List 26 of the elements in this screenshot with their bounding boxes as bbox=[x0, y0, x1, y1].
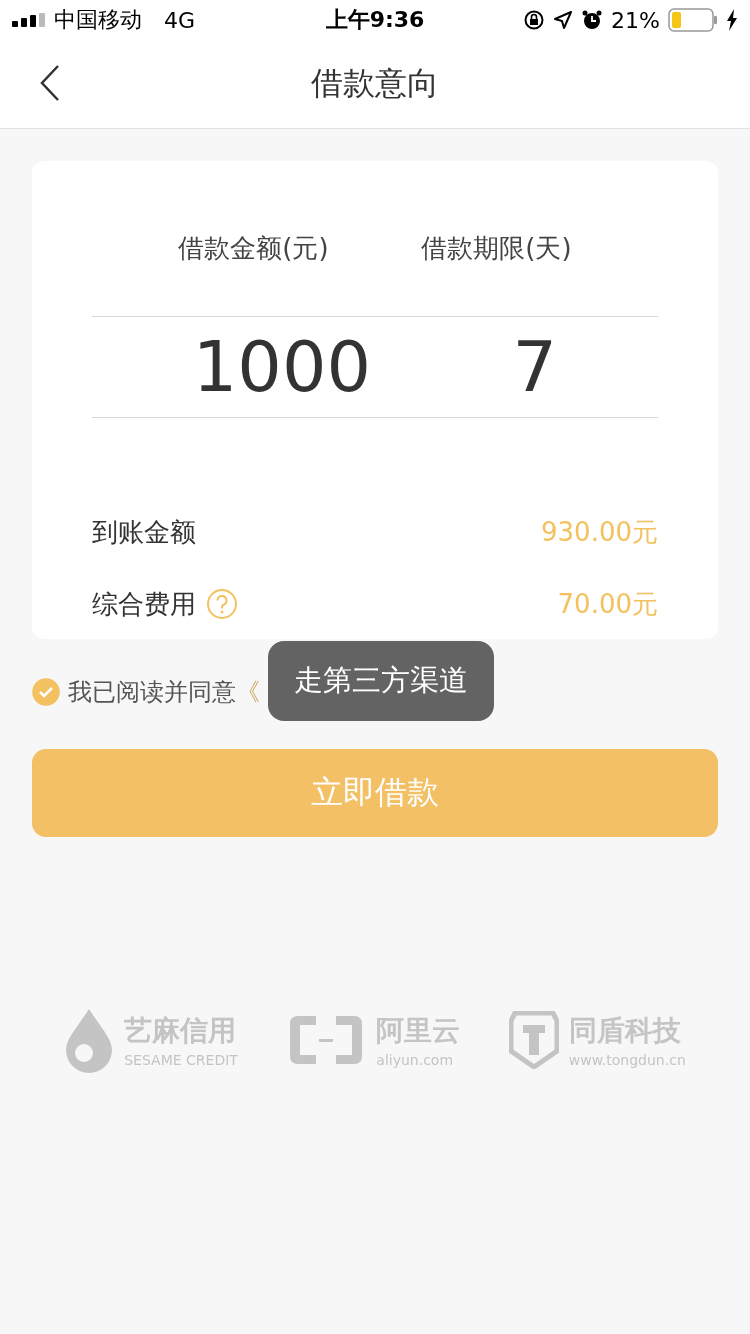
summary-value: 930.00元 bbox=[541, 515, 658, 549]
shield-logo-icon bbox=[508, 1011, 559, 1069]
signal-icon bbox=[12, 13, 46, 27]
battery-icon bbox=[668, 8, 718, 32]
summary-label: 综合费用 bbox=[92, 587, 196, 621]
battery-percent: 21% bbox=[611, 7, 660, 33]
picker-label: 借款金额(元) bbox=[178, 232, 329, 265]
picker-value[interactable]: 7 bbox=[512, 326, 558, 408]
picker-label: 借款期限(天) bbox=[421, 232, 572, 265]
summary-value: 70.00元 bbox=[557, 587, 658, 621]
carrier: 中国移动 bbox=[54, 6, 142, 34]
clock: 上午9:36 bbox=[324, 6, 426, 34]
agreement-checkbox[interactable] bbox=[32, 678, 60, 706]
help-icon[interactable] bbox=[206, 588, 238, 620]
agreement-text: 我已阅读并同意 bbox=[68, 677, 236, 708]
summary-label: 到账金额 bbox=[92, 515, 196, 549]
droplet-logo-icon bbox=[64, 1007, 115, 1073]
back-chevron-icon bbox=[40, 64, 60, 102]
toast-message: 走第三方渠道 bbox=[268, 641, 494, 721]
charging-bolt-icon bbox=[726, 9, 738, 31]
location-arrow-icon bbox=[553, 10, 574, 30]
picker-value[interactable]: 1000 bbox=[192, 326, 371, 408]
rotation-lock-icon bbox=[523, 9, 546, 31]
network-type: 4G bbox=[164, 7, 196, 33]
page-title: 借款意向 bbox=[311, 63, 439, 104]
alarm-icon bbox=[581, 9, 604, 31]
